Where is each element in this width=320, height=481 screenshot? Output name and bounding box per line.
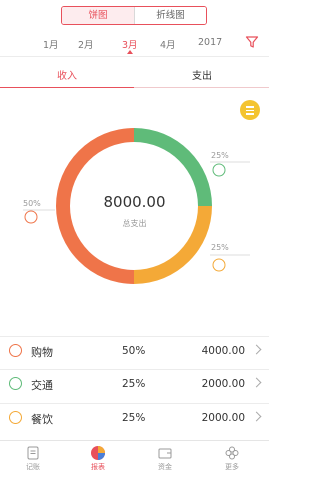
category-percent: 25% [122,412,146,424]
chevron-right-icon [251,411,262,422]
transport-badge-icon [212,163,226,177]
tab-label: 资金 [158,463,172,471]
bottom-tab-bar: 记账 报表 资金 更多 [0,440,269,481]
category-amount: 4000.00 [201,345,245,357]
category-name: 交通 [31,379,53,392]
category-name: 购物 [31,346,53,359]
tab-funds[interactable]: 资金 [140,445,190,472]
bookkeeping-icon [27,446,39,460]
total-label: 总支出 [122,219,147,228]
slice-label-dining: 25% [211,243,229,252]
category-amount: 2000.00 [201,378,245,390]
tab-more[interactable]: 更多 [207,445,257,472]
category-name: 餐饮 [31,413,53,426]
shopping-bag-icon [9,344,22,357]
dining-badge-icon [212,258,226,272]
tab-label: 更多 [225,463,239,471]
category-list: 购物 50% 4000.00 交通 25% 2000.00 餐饮 25% 200… [0,329,269,440]
slice-label-transport: 25% [211,151,229,160]
tab-report[interactable]: 报表 [73,445,123,472]
category-row[interactable]: 交通 25% 2000.00 [0,369,269,399]
flower-icon [225,446,239,460]
dining-icon [9,411,22,424]
category-percent: 50% [122,345,146,357]
bus-icon [9,377,22,390]
tab-label: 记账 [26,463,40,471]
chevron-right-icon [251,344,262,355]
slice-label-shopping: 50% [23,199,41,208]
tab-label: 报表 [91,463,105,471]
donut-chart [23,128,250,284]
wallet-icon [158,448,172,459]
category-row[interactable]: 购物 50% 4000.00 [0,336,269,366]
chevron-right-icon [251,377,262,388]
pie-chart-icon [91,446,105,460]
tab-bookkeeping[interactable]: 记账 [8,445,58,472]
category-amount: 2000.00 [201,412,245,424]
category-row[interactable]: 餐饮 25% 2000.00 [0,403,269,433]
category-percent: 25% [122,378,146,390]
